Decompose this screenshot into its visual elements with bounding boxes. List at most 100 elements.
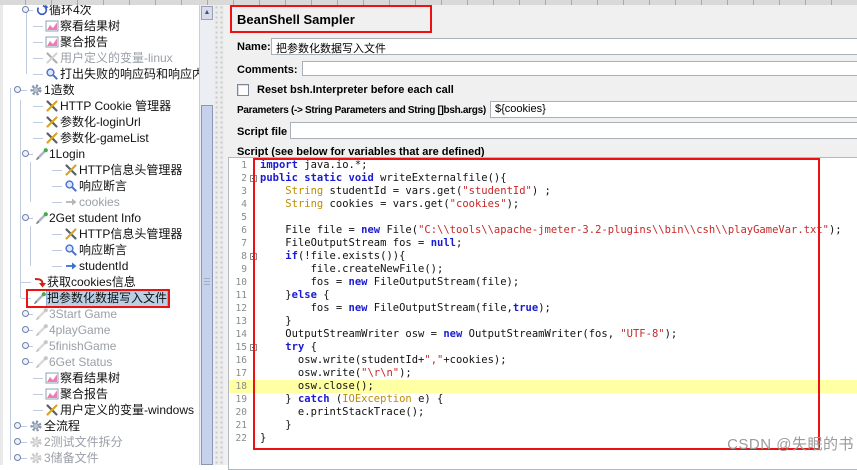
fold-collapse-icon[interactable] — [250, 253, 257, 260]
line-number: 14 — [229, 328, 254, 341]
split-pane-divider[interactable] — [214, 5, 224, 465]
tree-node-2Get-student-Info[interactable]: 2Get student Info — [3, 210, 202, 226]
tree-node-聚合报告[interactable]: 聚合报告 — [3, 386, 202, 402]
tree-toggle-icon[interactable] — [22, 358, 29, 365]
page-title: BeanShell Sampler — [237, 12, 355, 27]
wrench-icon — [64, 227, 78, 241]
line-number: 6 — [229, 224, 254, 237]
tree-toggle-icon[interactable] — [22, 150, 29, 157]
tree-connector-dash — [52, 234, 62, 235]
code-line-1: 1import java.io.*; — [229, 159, 857, 172]
scroll-up-arrow-icon[interactable]: ▲ — [201, 6, 213, 20]
tree-node-label: 参数化-gameList — [60, 130, 149, 146]
tree-node-察看结果树[interactable]: 察看结果树 — [3, 18, 202, 34]
arrow-icon — [64, 195, 78, 209]
tree-toggle-icon[interactable] — [14, 438, 21, 445]
tree-connector-dash — [33, 138, 43, 139]
comments-input[interactable] — [302, 61, 857, 76]
reset-interpreter-checkbox[interactable] — [237, 84, 249, 96]
magnifier-icon — [64, 179, 78, 193]
tree-toggle-icon[interactable] — [22, 214, 29, 221]
tree-node-获取cookies信息[interactable]: 获取cookies信息 — [3, 274, 202, 290]
tree-toggle-icon[interactable] — [22, 6, 29, 13]
wrench-icon — [45, 403, 59, 417]
tree-connector-dash — [33, 58, 43, 59]
line-number: 5 — [229, 211, 254, 224]
tree-node-label: 4playGame — [49, 322, 110, 338]
script-editor[interactable]: 1import java.io.*;2public static void wr… — [228, 157, 857, 470]
tree-node-3储备文件[interactable]: 3储备文件 — [3, 450, 202, 465]
tree-toggle-icon[interactable] — [14, 422, 21, 429]
name-input[interactable]: 把参数化数据写入文件 — [271, 38, 857, 55]
code-text: } — [254, 419, 292, 432]
code-line-3: 3 String studentId = vars.get("studentId… — [229, 185, 857, 198]
scrollbar-grip-icon — [204, 278, 210, 286]
tree-node-2测试文件拆分[interactable]: 2测试文件拆分 — [3, 434, 202, 450]
tree-node-参数化-loginUrl[interactable]: 参数化-loginUrl — [3, 114, 202, 130]
line-number: 17 — [229, 367, 254, 380]
parameters-input[interactable]: ${cookies} — [490, 101, 857, 118]
code-line-7: 7 FileOutputStream fos = null; — [229, 237, 857, 250]
tree-node-循环4次[interactable]: 循环4次 — [3, 5, 202, 18]
tree-node-studentId[interactable]: studentId — [3, 258, 202, 274]
name-label: Name: — [237, 41, 271, 53]
tree-node-响应断言[interactable]: 响应断言 — [3, 178, 202, 194]
tree-node-cookies[interactable]: cookies — [3, 194, 202, 210]
line-number: 3 — [229, 185, 254, 198]
tree-connector-dash — [21, 282, 31, 283]
tree-scrollbar-thumb[interactable] — [201, 105, 213, 465]
tree-node-参数化-gameList[interactable]: 参数化-gameList — [3, 130, 202, 146]
tree-node-label: 打出失败的响应码和响应内容+i — [60, 66, 202, 82]
tree-node-HTTP信息头管理器[interactable]: HTTP信息头管理器 — [3, 226, 202, 242]
tree-node-察看结果树[interactable]: 察看结果树 — [3, 370, 202, 386]
line-number: 9 — [229, 263, 254, 276]
tree-node-3Start-Game[interactable]: 3Start Game — [3, 306, 202, 322]
tree-node-打出失败的响应码和响应内容+i[interactable]: 打出失败的响应码和响应内容+i — [3, 66, 202, 82]
tree-node-用户定义的变量-linux[interactable]: 用户定义的变量-linux — [3, 50, 202, 66]
script-file-label: Script file — [237, 126, 287, 138]
line-number: 8 — [229, 250, 254, 263]
code-text: public static void writeExternalfile(){ — [254, 172, 507, 185]
code-text: fos = new FileOutputStream(file); — [254, 276, 519, 289]
tree-toggle-icon[interactable] — [22, 342, 29, 349]
tree-toggle-icon[interactable] — [22, 326, 29, 333]
tree-node-label: HTTP Cookie 管理器 — [60, 98, 171, 114]
tree-node-响应断言[interactable]: 响应断言 — [3, 242, 202, 258]
tree-node-全流程[interactable]: 全流程 — [3, 418, 202, 434]
code-text: import java.io.*; — [254, 159, 367, 172]
tree-node-1Login[interactable]: 1Login — [3, 146, 202, 162]
tree-toggle-icon[interactable] — [14, 86, 21, 93]
tree-node-label: 2测试文件拆分 — [44, 434, 123, 450]
tree-node-聚合报告[interactable]: 聚合报告 — [3, 34, 202, 50]
tree-node-4playGame[interactable]: 4playGame — [3, 322, 202, 338]
code-line-5: 5 — [229, 211, 857, 224]
tree-node-6Get-Status[interactable]: 6Get Status — [3, 354, 202, 370]
tree-toggle-icon[interactable] — [14, 454, 21, 461]
line-number: 7 — [229, 237, 254, 250]
wrench-icon — [45, 131, 59, 145]
tree-node-label: 响应断言 — [79, 242, 127, 258]
tree-node-label: cookies — [79, 194, 120, 210]
tree-node-HTTP-Cookie-管理器[interactable]: HTTP Cookie 管理器 — [3, 98, 202, 114]
tree-toggle-icon[interactable] — [22, 310, 29, 317]
fold-collapse-icon[interactable] — [250, 344, 257, 351]
fold-collapse-icon[interactable] — [250, 175, 257, 182]
magnifier-icon — [64, 243, 78, 257]
tree-node-1造数[interactable]: 1造数 — [3, 82, 202, 98]
test-plan-tree[interactable]: 循环4次察看结果树聚合报告用户定义的变量-linux打出失败的响应码和响应内容+… — [0, 5, 202, 465]
tree-node-HTTP信息头管理器[interactable]: HTTP信息头管理器 — [3, 162, 202, 178]
tree-node-label: 1造数 — [44, 82, 75, 98]
script-file-input[interactable] — [290, 122, 857, 139]
tree-node-5finishGame[interactable]: 5finishGame — [3, 338, 202, 354]
code-line-6: 6 File file = new File("C:\\tools\\apach… — [229, 224, 857, 237]
beanshell-sampler-panel: BeanShell Sampler Name: 把参数化数据写入文件 Comme… — [224, 5, 857, 465]
line-number: 2 — [229, 172, 254, 185]
tree-node-把参数化数据写入文件[interactable]: 把参数化数据写入文件 — [3, 290, 202, 306]
tree-node-label: 用户定义的变量-linux — [60, 50, 173, 66]
dropper-icon — [35, 355, 49, 369]
tree-node-用户定义的变量-windows[interactable]: 用户定义的变量-windows — [3, 402, 202, 418]
tree-scrollbar[interactable]: ▲ — [199, 5, 214, 465]
tree-node-label: HTTP信息头管理器 — [79, 162, 182, 178]
tree-connector-dash — [33, 26, 43, 27]
chart-icon — [45, 371, 59, 385]
